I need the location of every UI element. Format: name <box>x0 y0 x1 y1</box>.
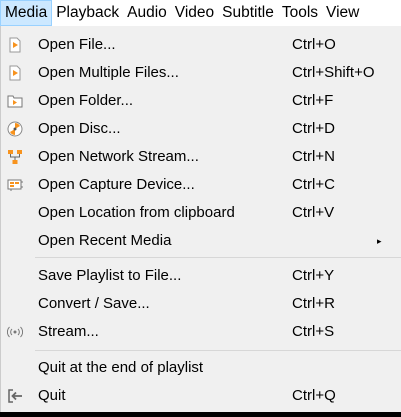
menu-item-open-multiple-files[interactable]: Open Multiple Files... Ctrl+Shift+O <box>1 59 401 87</box>
menu-playback[interactable]: Playback <box>52 0 123 26</box>
menu-video[interactable]: Video <box>171 0 218 26</box>
disc-icon <box>7 121 23 137</box>
menu-audio[interactable]: Audio <box>123 0 171 26</box>
menu-tools[interactable]: Tools <box>278 0 322 26</box>
menu-item-quit-end-playlist[interactable]: Quit at the end of playlist <box>1 354 401 382</box>
shortcut: Ctrl+F <box>292 92 334 109</box>
menu-item-open-location-clipboard[interactable]: Open Location from clipboard Ctrl+V <box>1 199 401 227</box>
network-icon <box>8 150 22 164</box>
quit-icon <box>8 389 22 403</box>
submenu-arrow-icon: ▸ <box>377 236 382 246</box>
file-play-icon <box>9 37 21 53</box>
menu-item-open-disc[interactable]: Open Disc... Ctrl+D <box>1 115 401 143</box>
label: Open Disc... <box>38 120 121 137</box>
menu-item-open-recent-media[interactable]: Open Recent Media ▸ <box>1 227 401 255</box>
label: Quit at the end of playlist <box>38 359 204 376</box>
media-dropdown: Open File... Ctrl+O Open Multiple Files..… <box>0 26 401 412</box>
shortcut: Ctrl+R <box>292 295 335 312</box>
capture-card-icon <box>7 179 23 191</box>
shortcut: Ctrl+Q <box>292 387 336 404</box>
menu-subtitle[interactable]: Subtitle <box>218 0 278 26</box>
shortcut: Ctrl+V <box>292 204 335 221</box>
shortcut: Ctrl+N <box>292 148 335 165</box>
menu-media[interactable]: Media <box>0 0 53 26</box>
menu-item-convert-save[interactable]: Convert / Save... Ctrl+R <box>1 290 401 318</box>
menu-item-open-network-stream[interactable]: Open Network Stream... Ctrl+N <box>1 143 401 171</box>
label: Open Multiple Files... <box>38 64 179 81</box>
label: Open Location from clipboard <box>38 204 235 221</box>
label: Open File... <box>38 36 116 53</box>
menu-item-stream[interactable]: Stream... Ctrl+S <box>1 318 401 346</box>
menu-item-open-file[interactable]: Open File... Ctrl+O <box>1 31 401 59</box>
shortcut: Ctrl+D <box>292 120 335 137</box>
stream-icon <box>7 326 23 338</box>
menu-bar: Media Playback Audio Video Subtitle Tool… <box>0 0 401 26</box>
label: Save Playlist to File... <box>38 267 182 284</box>
separator <box>35 350 401 351</box>
label: Open Capture Device... <box>38 176 195 193</box>
menu-view[interactable]: View <box>322 0 363 26</box>
shortcut: Ctrl+O <box>292 36 336 53</box>
label: Quit <box>38 387 66 404</box>
shortcut: Ctrl+S <box>292 323 335 340</box>
menu-item-save-playlist[interactable]: Save Playlist to File... Ctrl+Y <box>1 262 401 290</box>
menu-item-quit[interactable]: Quit Ctrl+Q <box>1 382 401 410</box>
label: Open Network Stream... <box>38 148 199 165</box>
label: Convert / Save... <box>38 295 150 312</box>
shortcut: Ctrl+Shift+O <box>292 64 375 81</box>
label: Open Recent Media <box>38 232 172 249</box>
shortcut: Ctrl+Y <box>292 267 335 284</box>
separator <box>35 257 401 258</box>
menu-item-open-folder[interactable]: Open Folder... Ctrl+F <box>1 87 401 115</box>
shortcut: Ctrl+C <box>292 176 335 193</box>
menu-item-open-capture-device[interactable]: Open Capture Device... Ctrl+C <box>1 171 401 199</box>
label: Stream... <box>38 323 99 340</box>
label: Open Folder... <box>38 92 134 109</box>
folder-icon <box>7 95 23 108</box>
files-play-icon <box>9 65 21 81</box>
